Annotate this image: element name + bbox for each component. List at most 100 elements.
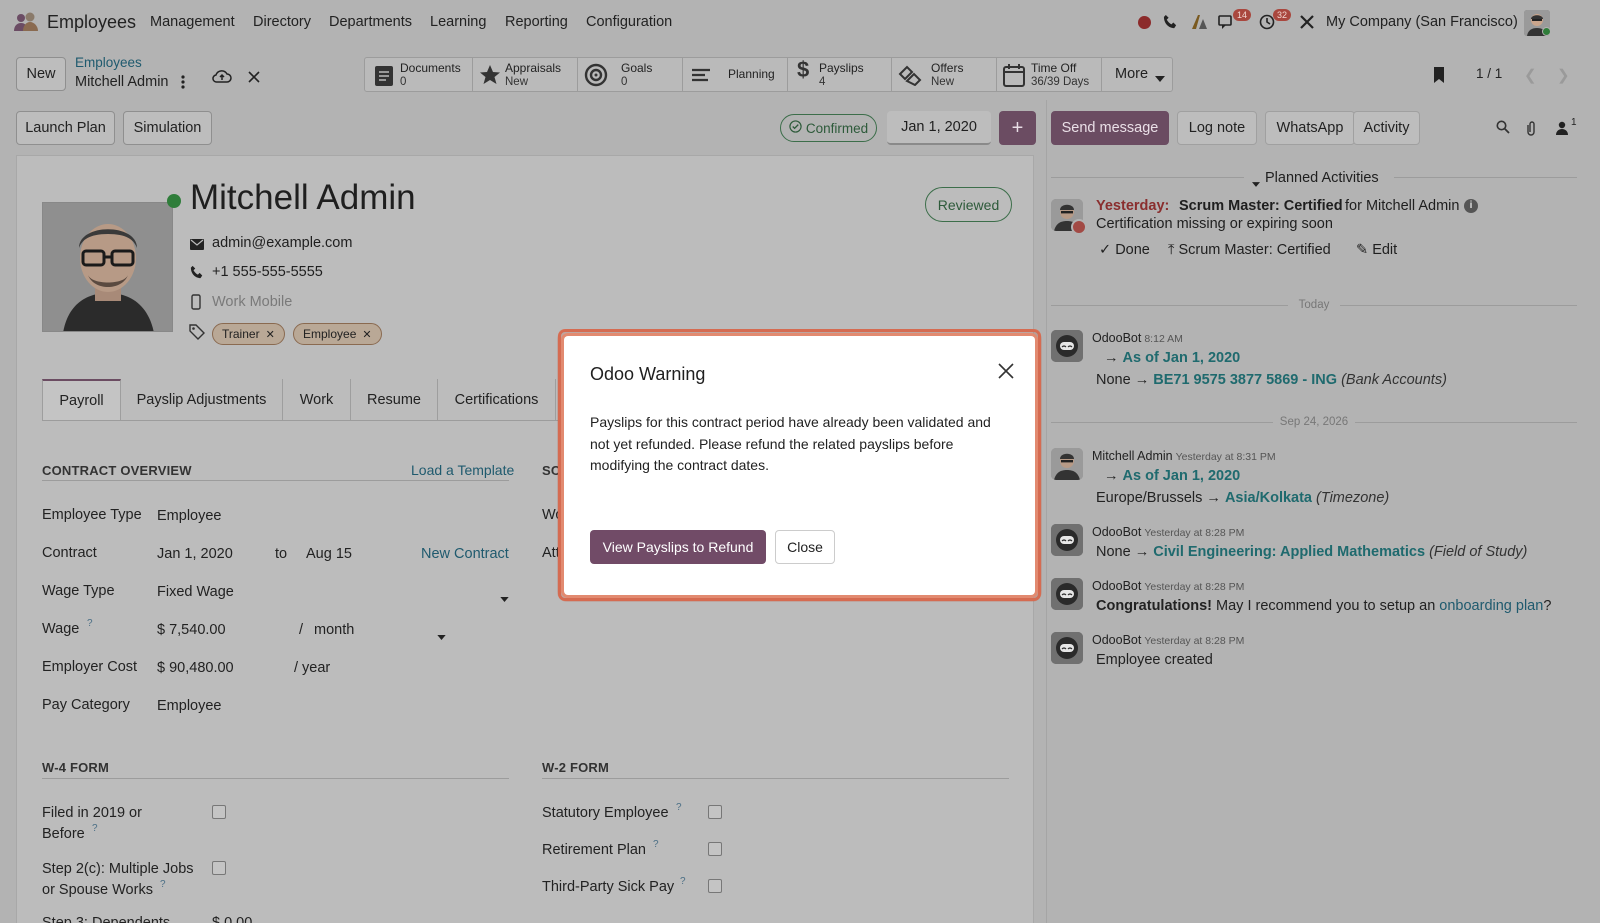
followers-icon[interactable]	[1555, 121, 1569, 138]
company-switcher[interactable]: My Company (San Francisco)	[1326, 14, 1518, 30]
paperclip-icon[interactable]	[1525, 120, 1537, 139]
menu-management[interactable]: Management	[150, 14, 235, 30]
activity-edit-button[interactable]: ✎ Edit	[1356, 242, 1397, 258]
statutory-employee-checkbox[interactable]	[708, 805, 722, 819]
log-note-button[interactable]: Log note	[1177, 111, 1257, 145]
launch-plan-button[interactable]: Launch Plan	[16, 111, 115, 145]
pager-next-icon[interactable]: ❯	[1557, 66, 1570, 84]
activity-done-button[interactable]: ✓ Done	[1099, 242, 1150, 258]
employee-photo[interactable]	[42, 202, 173, 332]
breadcrumb-parent[interactable]: Employees	[75, 55, 142, 70]
message-author[interactable]: OdooBot Yesterday at 8:28 PM	[1092, 525, 1244, 539]
menu-departments[interactable]: Departments	[329, 14, 412, 30]
message-author-name[interactable]: OdooBot	[1092, 633, 1141, 647]
save-cloud-icon[interactable]	[212, 68, 232, 87]
dialog-close-icon[interactable]	[998, 363, 1014, 382]
wage-type-select[interactable]: Fixed Wage	[157, 584, 234, 600]
wage-period-caret-icon[interactable]	[437, 627, 446, 643]
contract-end-field[interactable]: Aug 15	[306, 546, 352, 562]
message-author[interactable]: Mitchell Admin Yesterday at 8:31 PM	[1092, 449, 1276, 463]
wage-type-caret-icon[interactable]	[500, 589, 509, 605]
menu-learning[interactable]: Learning	[430, 14, 486, 30]
activity-info-icon[interactable]: i	[1464, 199, 1478, 213]
dialog-close-button[interactable]: Close	[775, 530, 835, 564]
tab-resume[interactable]: Resume	[351, 379, 438, 420]
remove-tag-icon[interactable]: ✕	[266, 328, 275, 341]
message-author-name[interactable]: OdooBot	[1092, 331, 1141, 345]
message-author-name[interactable]: OdooBot	[1092, 525, 1141, 539]
activity-button[interactable]: Activity	[1353, 111, 1420, 145]
sick-pay-help-icon[interactable]: ?	[680, 876, 686, 887]
wage-period-select[interactable]: month	[314, 622, 354, 638]
menu-configuration[interactable]: Configuration	[586, 14, 672, 30]
smart-appraisals[interactable]: Appraisals New	[473, 58, 578, 92]
discard-close-icon[interactable]	[248, 70, 260, 86]
send-message-button[interactable]: Send message	[1051, 111, 1169, 145]
smart-documents[interactable]: Documents 0	[366, 58, 473, 92]
wage-field[interactable]: $ 7,540.00	[157, 622, 226, 638]
add-contract-button[interactable]: +	[999, 111, 1036, 145]
confirmed-status-badge[interactable]: Confirmed	[780, 114, 877, 142]
smart-goals[interactable]: Goals 0	[578, 58, 683, 92]
tag-trainer[interactable]: Trainer ✕	[212, 323, 285, 345]
work-phone-field[interactable]: +1 555-555-5555	[212, 264, 323, 280]
app-logo-icon[interactable]	[13, 12, 39, 32]
smart-payslips[interactable]: $ Payslips 4	[788, 58, 892, 92]
filed-2019-help-icon[interactable]: ?	[92, 823, 98, 834]
planned-caret-icon[interactable]	[1252, 174, 1260, 190]
statutory-help-icon[interactable]: ?	[676, 802, 682, 813]
new-contract-link[interactable]: New Contract	[421, 546, 509, 562]
tag-employee[interactable]: Employee ✕	[293, 323, 382, 345]
new-button[interactable]: New	[16, 57, 66, 91]
message-author[interactable]: OdooBot Yesterday at 8:28 PM	[1092, 633, 1244, 647]
tab-payroll[interactable]: Payroll	[42, 379, 121, 420]
menu-directory[interactable]: Directory	[253, 14, 311, 30]
tab-payslip-adjustments[interactable]: Payslip Adjustments	[121, 379, 283, 420]
smart-more-button[interactable]: More	[1102, 58, 1172, 92]
pay-category-field[interactable]: Employee	[157, 698, 221, 714]
work-email-field[interactable]: admin@example.com	[212, 235, 352, 251]
step2c-checkbox[interactable]	[212, 861, 226, 875]
message-author-name[interactable]: OdooBot	[1092, 579, 1141, 593]
wage-help-icon[interactable]: ?	[87, 618, 93, 629]
tab-work[interactable]: Work	[283, 379, 351, 420]
menu-reporting[interactable]: Reporting	[505, 14, 568, 30]
tools-icon[interactable]	[1299, 14, 1315, 33]
onboarding-plan-link[interactable]: onboarding plan	[1439, 598, 1543, 614]
date-status-button[interactable]: Jan 1, 2020	[887, 111, 991, 145]
employee-type-field[interactable]: Employee	[157, 508, 221, 524]
work-mobile-field[interactable]: Work Mobile	[212, 294, 292, 310]
remove-tag-icon[interactable]: ✕	[362, 328, 371, 341]
smart-planning[interactable]: Planning	[683, 58, 788, 92]
retirement-help-icon[interactable]: ?	[653, 839, 659, 850]
simulation-button[interactable]: Simulation	[123, 111, 212, 145]
whatsapp-button[interactable]: WhatsApp	[1265, 111, 1355, 145]
app-name[interactable]: Employees	[47, 12, 136, 33]
status-dot-icon[interactable]	[1138, 16, 1151, 29]
phone-icon[interactable]	[1163, 14, 1178, 32]
activity-upload-button[interactable]: ⤒ Scrum Master: Certified	[1168, 242, 1331, 258]
smart-time-off[interactable]: Time Off 36/39 Days	[997, 58, 1102, 92]
message-author-name[interactable]: Mitchell Admin	[1092, 449, 1173, 463]
smart-offers[interactable]: Offers New	[892, 58, 997, 92]
contract-start-field[interactable]: Jan 1, 2020	[157, 546, 233, 562]
pager-value[interactable]: 1 / 1	[1476, 66, 1502, 81]
search-messages-icon[interactable]	[1496, 120, 1510, 137]
sick-pay-checkbox[interactable]	[708, 879, 722, 893]
bookmark-icon[interactable]	[1432, 66, 1446, 87]
tab-certifications[interactable]: Certifications	[438, 379, 556, 420]
message-author[interactable]: OdooBot Yesterday at 8:28 PM	[1092, 579, 1244, 593]
view-payslips-button[interactable]: View Payslips to Refund	[590, 530, 766, 564]
record-menu-icon[interactable]	[181, 75, 185, 92]
planned-activities-toggle[interactable]: Planned Activities	[1265, 170, 1379, 186]
retirement-plan-checkbox[interactable]	[708, 842, 722, 856]
reviewed-badge[interactable]: Reviewed	[925, 187, 1012, 222]
step2c-help-icon[interactable]: ?	[160, 879, 166, 890]
load-template-link[interactable]: Load a Template	[411, 462, 514, 478]
employee-name[interactable]: Mitchell Admin	[190, 178, 416, 218]
step3-value-partial[interactable]: $ 0.00	[212, 915, 252, 923]
ai-icon[interactable]	[1191, 14, 1208, 33]
pager-prev-icon[interactable]: ❮	[1524, 66, 1537, 84]
message-author[interactable]: OdooBot 8:12 AM	[1092, 331, 1183, 345]
filed-2019-checkbox[interactable]	[212, 805, 226, 819]
